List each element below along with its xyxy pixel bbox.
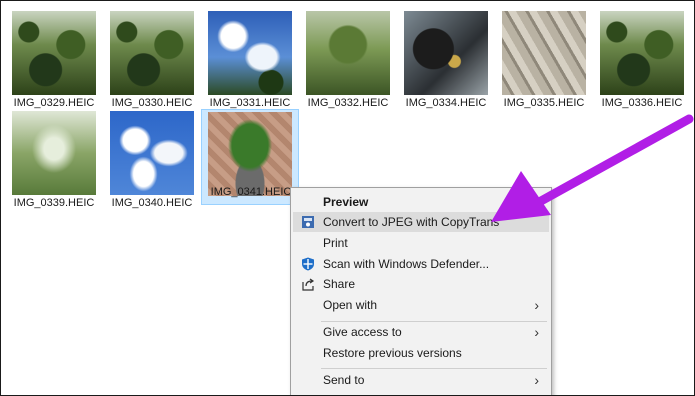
context-menu: Preview Convert to JPEG with CopyTrans P… xyxy=(290,187,552,395)
file-tile[interactable]: IMG_0336.HEIC xyxy=(593,9,691,109)
file-tile[interactable]: IMG_0334.HEIC xyxy=(397,9,495,109)
file-tile-selected[interactable]: IMG_0341.HEIC xyxy=(201,109,299,205)
menu-item-print[interactable]: Print xyxy=(293,233,549,253)
image-thumbnail xyxy=(12,11,96,95)
file-name: IMG_0335.HEIC xyxy=(503,97,585,109)
file-tile[interactable]: IMG_0340.HEIC xyxy=(103,109,201,209)
menu-item-restore-versions[interactable]: Restore previous versions xyxy=(293,343,549,363)
file-explorer-view: IMG_0329.HEIC IMG_0330.HEIC IMG_0331.HEI… xyxy=(0,0,695,396)
menu-item-scan-defender[interactable]: Scan with Windows Defender... xyxy=(293,254,549,274)
file-name: IMG_0334.HEIC xyxy=(405,97,487,109)
file-tile[interactable]: IMG_0331.HEIC xyxy=(201,9,299,109)
image-thumbnail xyxy=(404,11,488,95)
menu-item-share[interactable]: Share xyxy=(293,274,549,294)
menu-item-label: Give access to xyxy=(323,325,402,339)
file-name: IMG_0336.HEIC xyxy=(601,97,683,109)
file-name: IMG_0339.HEIC xyxy=(13,197,95,209)
file-tile[interactable]: IMG_0339.HEIC xyxy=(5,109,103,209)
menu-item-label: Send to xyxy=(323,373,365,387)
image-thumbnail xyxy=(12,111,96,195)
menu-item-label: Convert to JPEG with CopyTrans xyxy=(323,215,500,229)
image-thumbnail xyxy=(110,111,194,195)
file-name: IMG_0332.HEIC xyxy=(307,97,389,109)
file-tile[interactable]: IMG_0332.HEIC xyxy=(299,9,397,109)
file-name: IMG_0331.HEIC xyxy=(209,97,291,109)
file-tile[interactable]: IMG_0335.HEIC xyxy=(495,9,593,109)
image-thumbnail xyxy=(208,11,292,95)
menu-item-open-with[interactable]: Open with › xyxy=(293,295,549,315)
menu-item-label: Preview xyxy=(323,195,369,209)
image-thumbnail xyxy=(208,112,292,196)
file-name: IMG_0341.HEIC xyxy=(210,186,292,198)
chevron-right-icon: › xyxy=(534,324,539,340)
chevron-right-icon: › xyxy=(534,372,539,388)
file-name: IMG_0329.HEIC xyxy=(13,97,95,109)
image-thumbnail xyxy=(306,11,390,95)
menu-item-give-access[interactable]: Give access to › xyxy=(293,322,549,342)
menu-item-send-to[interactable]: Send to › xyxy=(293,370,549,390)
image-thumbnail xyxy=(110,11,194,95)
menu-item-convert-to-jpeg[interactable]: Convert to JPEG with CopyTrans xyxy=(293,212,549,232)
file-tile[interactable]: IMG_0329.HEIC xyxy=(5,9,103,109)
menu-item-label: Restore previous versions xyxy=(323,346,462,360)
menu-item-label: Share xyxy=(323,277,356,291)
windows-defender-icon xyxy=(301,257,315,271)
menu-item-label: Open with xyxy=(323,298,378,312)
file-name: IMG_0330.HEIC xyxy=(111,97,193,109)
menu-item-label: Scan with Windows Defender... xyxy=(323,257,490,271)
file-tile[interactable]: IMG_0330.HEIC xyxy=(103,9,201,109)
image-thumbnail xyxy=(502,11,586,95)
menu-item-preview[interactable]: Preview xyxy=(293,192,549,212)
share-icon xyxy=(301,277,315,291)
chevron-right-icon: › xyxy=(534,297,539,313)
menu-item-label: Print xyxy=(323,236,348,250)
file-name: IMG_0340.HEIC xyxy=(111,197,193,209)
copytrans-icon xyxy=(301,215,315,229)
image-thumbnail xyxy=(600,11,684,95)
menu-separator xyxy=(321,368,547,369)
